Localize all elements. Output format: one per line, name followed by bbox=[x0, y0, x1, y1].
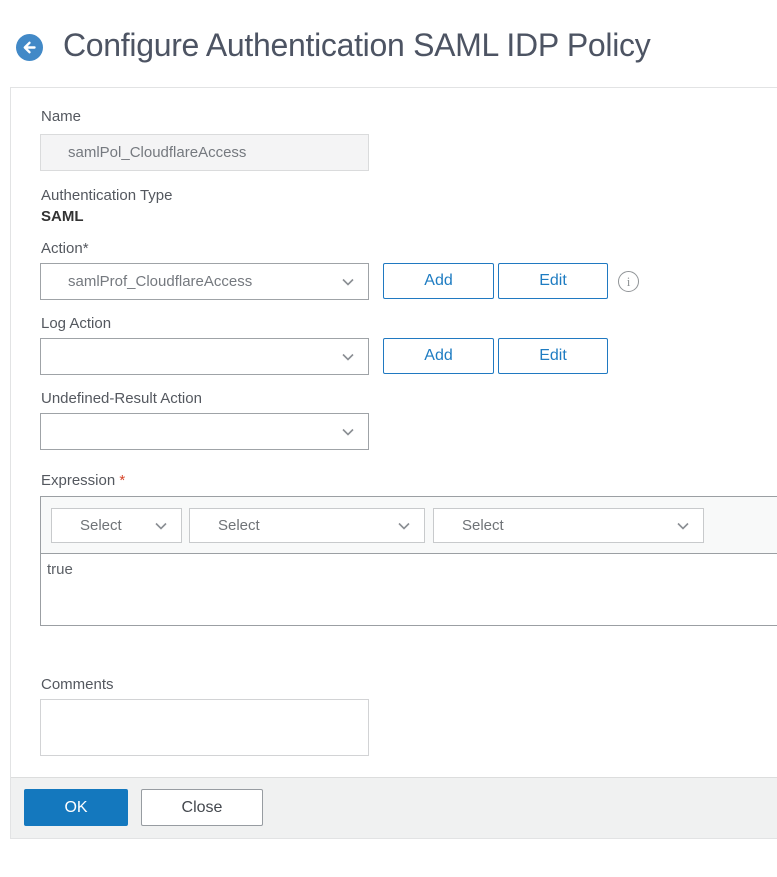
expression-select-2[interactable]: Select bbox=[189, 508, 425, 543]
chevron-down-icon bbox=[339, 423, 357, 445]
expression-select-3[interactable]: Select bbox=[433, 508, 704, 543]
action-label: Action* bbox=[41, 240, 89, 257]
undefined-result-action-label: Undefined-Result Action bbox=[41, 390, 202, 407]
name-input[interactable] bbox=[40, 134, 369, 171]
form-panel: Name Authentication Type SAML Action* sa… bbox=[10, 87, 777, 839]
expression-select-2-value: Select bbox=[218, 517, 260, 534]
arrow-left-icon bbox=[16, 34, 43, 61]
comments-textarea[interactable] bbox=[40, 699, 369, 756]
authentication-type-value: SAML bbox=[41, 208, 84, 225]
page-title: Configure Authentication SAML IDP Policy bbox=[63, 27, 651, 63]
chevron-down-icon bbox=[674, 517, 692, 539]
action-select[interactable]: samlProf_CloudflareAccess bbox=[40, 263, 369, 300]
action-select-value: samlProf_CloudflareAccess bbox=[68, 273, 253, 290]
log-action-edit-button[interactable]: Edit bbox=[498, 338, 608, 374]
chevron-down-icon bbox=[152, 517, 170, 539]
authentication-type-label: Authentication Type bbox=[41, 187, 173, 204]
expression-select-1-value: Select bbox=[80, 517, 122, 534]
expression-select-1[interactable]: Select bbox=[51, 508, 182, 543]
info-icon[interactable]: i bbox=[618, 271, 639, 292]
log-action-select[interactable] bbox=[40, 338, 369, 375]
action-add-button[interactable]: Add bbox=[383, 263, 494, 299]
footer-bar: OK Close bbox=[11, 777, 777, 838]
expression-toolbar: Select Select Select bbox=[41, 497, 777, 554]
undefined-result-action-select[interactable] bbox=[40, 413, 369, 450]
chevron-down-icon bbox=[339, 273, 357, 295]
back-button[interactable] bbox=[16, 34, 43, 61]
comments-label: Comments bbox=[41, 676, 114, 693]
name-label: Name bbox=[41, 108, 82, 125]
chevron-down-icon bbox=[395, 517, 413, 539]
log-action-add-button[interactable]: Add bbox=[383, 338, 494, 374]
configure-saml-idp-policy-page: Configure Authentication SAML IDP Policy… bbox=[0, 0, 777, 877]
log-action-label: Log Action bbox=[41, 315, 112, 332]
ok-button[interactable]: OK bbox=[24, 789, 128, 826]
expression-select-3-value: Select bbox=[462, 517, 504, 534]
required-asterisk: * bbox=[119, 472, 126, 489]
chevron-down-icon bbox=[339, 348, 357, 370]
expression-label: Expression * bbox=[41, 472, 125, 489]
expression-textarea[interactable]: true bbox=[41, 554, 777, 625]
expression-label-text: Expression bbox=[41, 472, 116, 489]
action-edit-button[interactable]: Edit bbox=[498, 263, 608, 299]
expression-editor: Select Select Select true bbox=[40, 496, 777, 626]
close-button[interactable]: Close bbox=[141, 789, 263, 826]
